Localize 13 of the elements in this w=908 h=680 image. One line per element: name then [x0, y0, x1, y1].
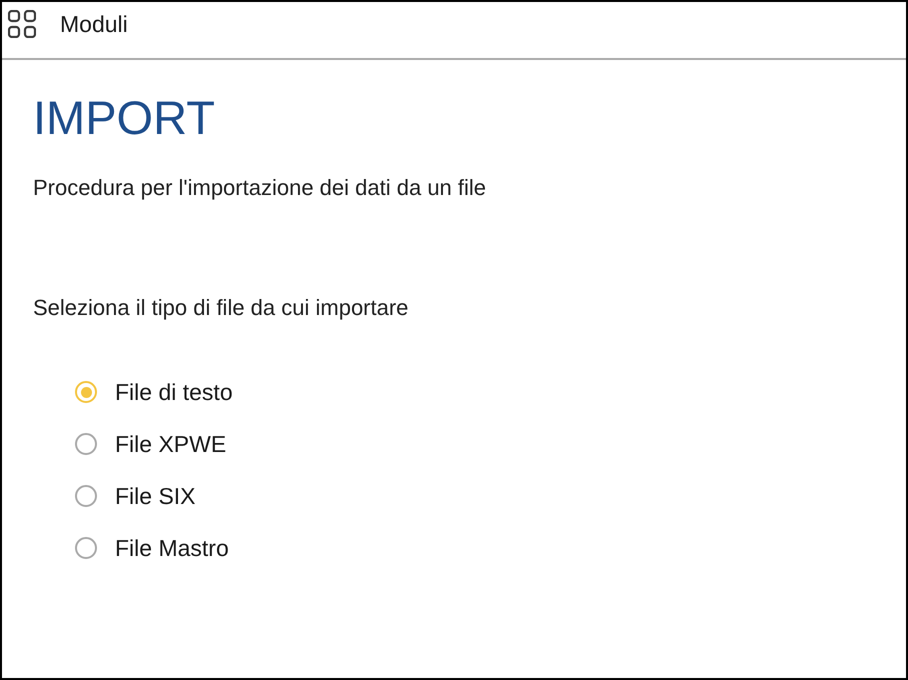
radio-button[interactable] — [75, 485, 97, 507]
page-title: IMPORT — [33, 90, 216, 146]
header-title: Moduli — [60, 10, 128, 38]
page-description: Procedura per l'importazione dei dati da un file — [33, 174, 488, 202]
grid-menu-icon[interactable] — [8, 10, 36, 38]
radio-button[interactable] — [75, 433, 97, 455]
option-label[interactable]: File Mastro — [115, 533, 229, 563]
option-label[interactable]: File di testo — [115, 377, 233, 407]
option-label[interactable]: File XPWE — [115, 429, 226, 459]
option-label[interactable]: File SIX — [115, 481, 196, 511]
radio-button[interactable] — [75, 537, 97, 559]
radio-button[interactable] — [75, 381, 97, 403]
file-type-prompt: Seleziona il tipo di file da cui importare — [33, 294, 410, 322]
